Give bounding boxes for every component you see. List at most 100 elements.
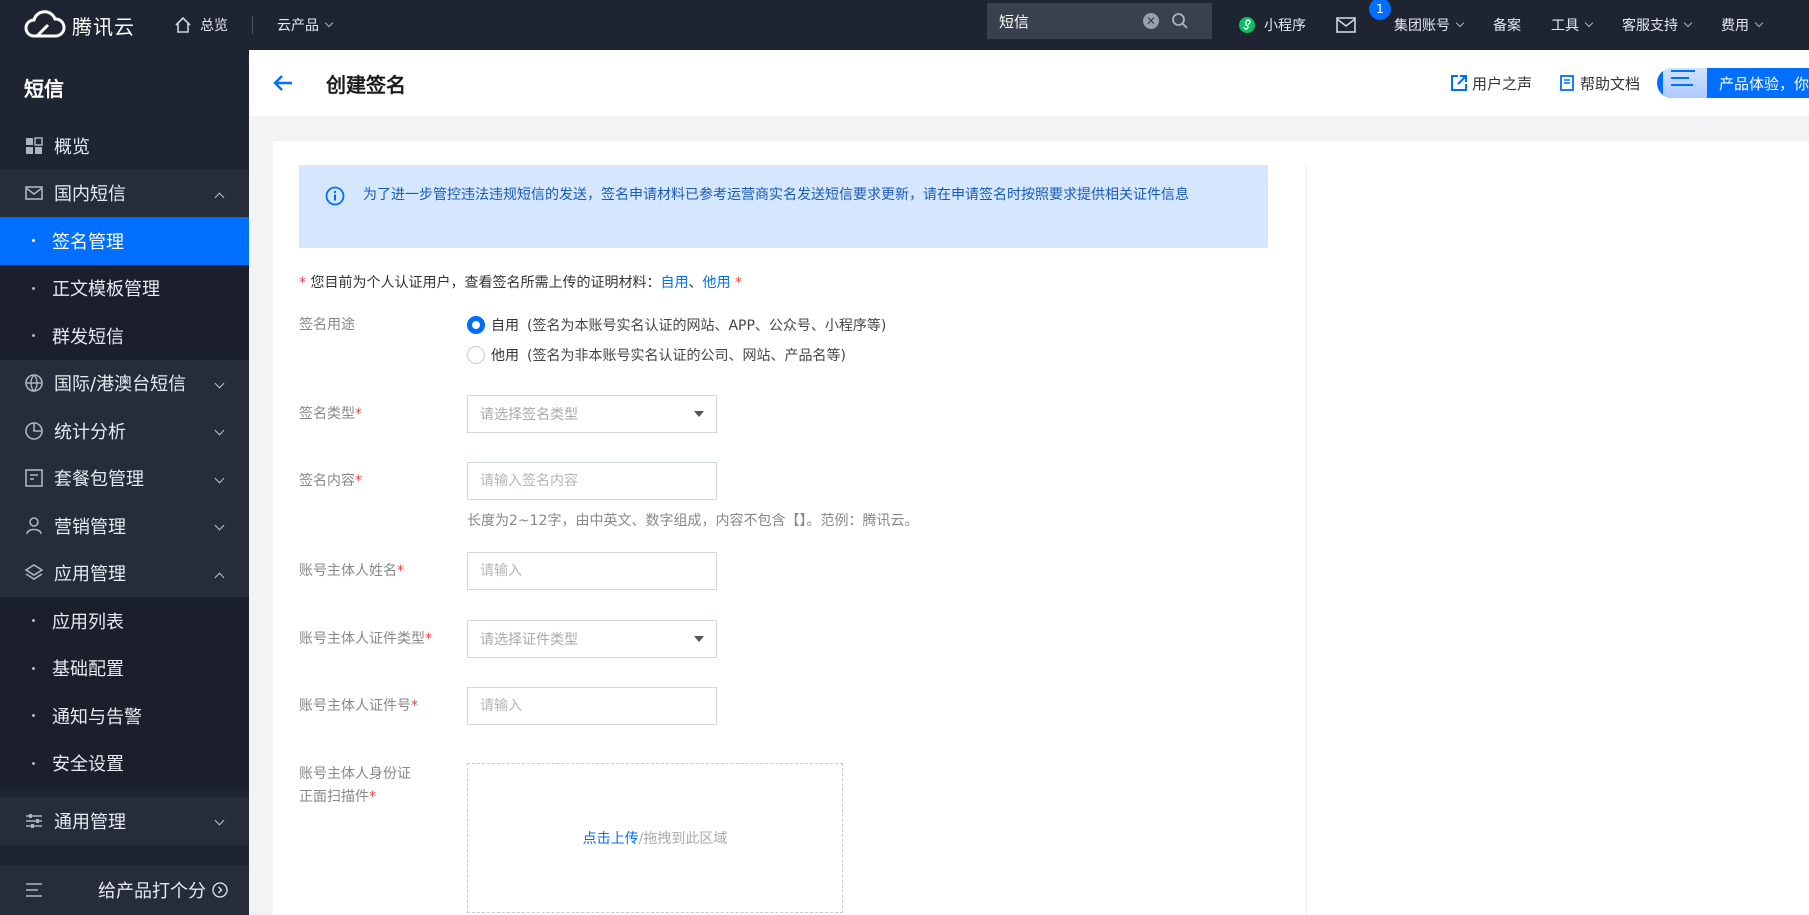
rate-product-link[interactable]: 给产品打个分 <box>98 877 206 903</box>
arrow-right-circle-icon[interactable] <box>212 882 228 898</box>
id-number-field[interactable] <box>467 687 717 725</box>
sidebar-footer: 给产品打个分 <box>0 865 249 915</box>
user-voice-label: 用户之声 <box>1472 74 1533 93</box>
self-use-link[interactable]: 自用 <box>660 275 688 291</box>
sidebar-item-template-management[interactable]: 正文模板管理 <box>0 264 249 312</box>
support-menu[interactable]: 客服支持 <box>1622 0 1693 50</box>
sidebar-title: 短信 <box>24 77 64 101</box>
top-divider <box>252 16 253 34</box>
select-placeholder: 请选择证件类型 <box>480 632 578 648</box>
product-experience-button[interactable]: 产品体验，你说了算 <box>1657 68 1809 98</box>
search-input[interactable] <box>999 12 1139 30</box>
sidebar-item-package-management[interactable]: 套餐包管理 <box>0 455 249 503</box>
radio-checked-icon[interactable] <box>467 316 485 334</box>
sidebar-item-domestic-sms[interactable]: 国内短信 <box>0 170 249 218</box>
info-notice: 为了进一步管控违法违规短信的发送，签名申请材料已参考运营商实名发送短信要求更新，… <box>299 165 1268 248</box>
sidebar-item-label: 应用列表 <box>52 611 124 633</box>
id-scan-upload-area[interactable]: 点击上传/拖拽到此区域 <box>467 763 843 913</box>
mail-button[interactable] <box>1336 0 1364 50</box>
sidebar-item-overview[interactable]: 概览 <box>0 122 249 170</box>
option-label: 自用 <box>491 318 519 334</box>
page-title: 创建签名 <box>326 72 406 97</box>
mini-program-link[interactable]: 小程序 <box>1238 0 1306 50</box>
signature-content-field[interactable] <box>467 462 717 500</box>
mini-program-icon <box>1239 17 1255 33</box>
sidebar-item-basic-config[interactable]: 基础配置 <box>0 644 249 692</box>
sidebar-item-marketing-management[interactable]: 营销管理 <box>0 502 249 550</box>
info-icon <box>325 186 345 206</box>
sidebar-item-label: 套餐包管理 <box>54 469 144 491</box>
sidebar-group-collapsed: 国际/港澳台短信 统计分析 套餐包管理 营销管理 应用管理 <box>0 359 249 598</box>
filing-link[interactable]: 备案 <box>1493 0 1521 50</box>
sidebar-item-label: 基础配置 <box>52 659 124 681</box>
notice-text: 为了进一步管控违法违规短信的发送，签名申请材料已参考运营商实名发送短信要求更新，… <box>363 187 1189 203</box>
chevron-down-icon <box>214 473 225 483</box>
pie-chart-icon <box>25 421 43 440</box>
sidebar-item-label: 统计分析 <box>54 421 126 443</box>
dashboard-icon <box>26 137 43 154</box>
id-type-label: 账号主体人证件类型* <box>299 631 432 647</box>
sidebar-item-label: 国内短信 <box>54 184 126 206</box>
mail-icon <box>1336 17 1356 33</box>
sidebar-item-statistics[interactable]: 统计分析 <box>0 407 249 455</box>
id-type-select[interactable]: 请选择证件类型 <box>467 620 717 658</box>
search-icon[interactable] <box>1171 12 1189 30</box>
user-icon <box>26 516 42 534</box>
support-label: 客服支持 <box>1622 18 1678 34</box>
option-label: 他用 <box>491 348 519 364</box>
sidebar-item-label: 通知与告警 <box>52 706 142 728</box>
group-account-label: 集团账号 <box>1394 18 1450 34</box>
package-icon <box>25 469 43 488</box>
sidebar-item-international-sms[interactable]: 国际/港澳台短信 <box>0 360 249 408</box>
chevron-down-icon <box>214 520 225 531</box>
owner-name-field[interactable] <box>467 552 717 590</box>
help-doc-link[interactable]: 帮助文档 <box>1558 73 1640 94</box>
upload-link[interactable]: 点击上传 <box>583 828 639 848</box>
signature-type-select[interactable]: 请选择签名类型 <box>467 395 717 433</box>
upload-hint: /拖拽到此区域 <box>638 831 728 847</box>
sidebar-item-bulk-sms[interactable]: 群发短信 <box>0 312 249 360</box>
feedback-doc-icon <box>1663 68 1707 98</box>
chevron-down-icon <box>214 425 225 436</box>
radio-unchecked-icon[interactable] <box>467 346 485 364</box>
chevron-down-icon <box>214 815 225 826</box>
collapse-menu-icon[interactable] <box>24 880 44 900</box>
sidebar-item-label: 群发短信 <box>52 326 124 348</box>
billing-menu[interactable]: 费用 <box>1721 0 1764 50</box>
id-number-input[interactable] <box>480 698 700 714</box>
other-use-link[interactable]: 他用 <box>702 275 730 291</box>
sidebar-item-label: 签名管理 <box>52 231 124 253</box>
sidebar-item-app-management[interactable]: 应用管理 <box>0 550 249 598</box>
user-voice-link[interactable]: 用户之声 <box>1450 73 1532 94</box>
usage-option-other[interactable]: 他用 (签名为非本账号实名认证的公司、网站、产品名等) <box>467 345 846 365</box>
sidebar-item-signature-management[interactable]: 签名管理 <box>0 217 249 265</box>
document-icon <box>1560 75 1574 91</box>
group-account-menu[interactable]: 集团账号 <box>1394 0 1465 50</box>
sidebar-item-general-management[interactable]: 通用管理 <box>0 797 249 845</box>
sidebar: 短信 概览 国内短信 签名管理 正文模板管理 群发短信 国际/港澳台短信 统计分… <box>0 50 249 915</box>
chevron-down-icon <box>1754 18 1764 28</box>
back-arrow-icon[interactable] <box>272 72 294 94</box>
billing-label: 费用 <box>1721 18 1749 34</box>
id-scan-label: 账号主体人身份证 正面扫描件* <box>299 766 411 805</box>
overview-link[interactable]: 总览 <box>174 0 228 50</box>
sidebar-item-security-settings[interactable]: 安全设置 <box>0 739 249 787</box>
products-menu[interactable]: 云产品 <box>277 0 334 50</box>
help-doc-label: 帮助文档 <box>1580 74 1641 93</box>
search-box[interactable]: ✕ <box>987 3 1212 39</box>
usage-label: 签名用途 <box>299 317 355 333</box>
sidebar-item-app-list[interactable]: 应用列表 <box>0 597 249 645</box>
tools-menu[interactable]: 工具 <box>1551 0 1594 50</box>
tencent-cloud-logo[interactable]: 腾讯云 <box>0 0 160 50</box>
sidebar-item-label: 安全设置 <box>52 754 124 776</box>
option-desc: (签名为本账号实名认证的网站、APP、公众号、小程序等) <box>527 318 887 334</box>
usage-option-self[interactable]: 自用 (签名为本账号实名认证的网站、APP、公众号、小程序等) <box>467 315 886 335</box>
sidebar-item-notification-alert[interactable]: 通知与告警 <box>0 692 249 740</box>
clear-icon[interactable]: ✕ <box>1143 13 1159 29</box>
hint-text: 您目前为个人认证用户，查看签名所需上传的证明材料： <box>310 275 661 291</box>
owner-name-input[interactable] <box>480 563 700 579</box>
sidebar-item-label: 应用管理 <box>54 564 126 586</box>
signature-content-input[interactable] <box>480 473 700 489</box>
page-header: 创建签名 用户之声 帮助文档 产品体验，你说了算 <box>249 50 1809 116</box>
chevron-up-icon <box>214 572 225 582</box>
